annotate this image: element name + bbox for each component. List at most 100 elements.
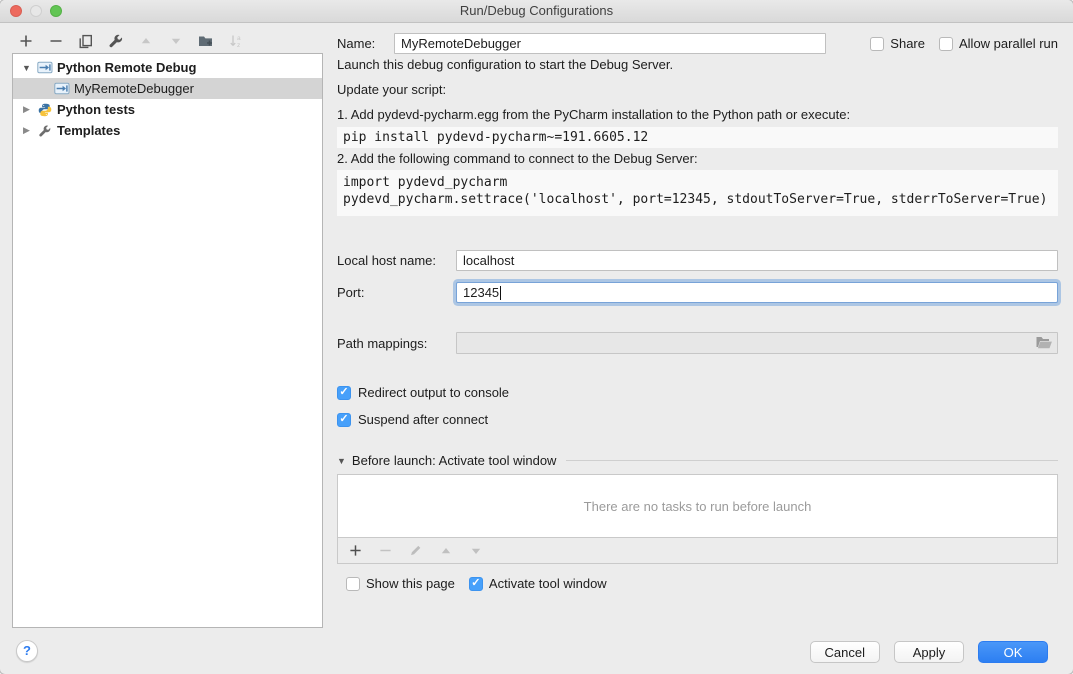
ok-button[interactable]: OK: [978, 641, 1048, 663]
activate-tool-window-checkbox-group[interactable]: ✓ Activate tool window: [469, 576, 607, 591]
folder-plus-icon: [198, 34, 214, 48]
code-line-1: import pydevd_pycharm: [343, 175, 507, 190]
arrow-down-icon: [470, 545, 482, 557]
empty-tasks-text: There are no tasks to run before launch: [584, 499, 812, 514]
copy-icon: [78, 34, 93, 49]
chevron-down-icon[interactable]: ▼: [337, 456, 346, 466]
name-label: Name:: [337, 36, 394, 51]
suspend-after-connect-checkbox[interactable]: ✓: [337, 413, 351, 427]
code-line-2: pydevd_pycharm.settrace('localhost', por…: [343, 192, 1047, 207]
python-icon: [36, 102, 53, 117]
plus-icon: [19, 34, 33, 48]
activate-tool-window-label: Activate tool window: [489, 576, 607, 591]
configurations-tree: ▼ Python Remote Debug MyRemoteDebugger ▶…: [12, 53, 323, 628]
minus-icon: [379, 544, 392, 557]
suspend-after-connect-label: Suspend after connect: [358, 412, 488, 427]
new-folder-button[interactable]: [197, 33, 214, 50]
arrow-down-icon: [170, 35, 182, 47]
window-title: Run/Debug Configurations: [0, 0, 1073, 21]
share-checkbox-group[interactable]: Share: [870, 36, 925, 51]
before-launch-header[interactable]: ▼ Before launch: Activate tool window: [337, 453, 1058, 468]
tree-item-python-tests[interactable]: ▶ Python tests: [13, 99, 322, 120]
settrace-code-block: import pydevd_pycharm pydevd_pycharm.set…: [337, 170, 1058, 216]
sort-configurations-button[interactable]: az: [227, 33, 244, 50]
sort-az-icon: az: [229, 34, 243, 48]
zoom-window-button[interactable]: [50, 5, 62, 17]
move-task-down-button[interactable]: [467, 542, 484, 559]
activate-tool-window-checkbox[interactable]: ✓: [469, 577, 483, 591]
port-label: Port:: [337, 285, 456, 300]
svg-text:z: z: [237, 42, 240, 48]
redirect-output-checkbox[interactable]: ✓: [337, 386, 351, 400]
add-task-button[interactable]: [347, 542, 364, 559]
step-2-text: 2. Add the following command to connect …: [337, 151, 1058, 167]
pip-install-command: pip install pydevd-pycharm~=191.6605.12: [337, 127, 1058, 148]
allow-parallel-run-label: Allow parallel run: [959, 36, 1058, 51]
top-checkboxes: Share Allow parallel run: [870, 36, 1058, 51]
share-label: Share: [890, 36, 925, 51]
browse-folder-button[interactable]: [1035, 335, 1053, 352]
svg-text:a: a: [237, 35, 241, 42]
dialog-buttons: Cancel Apply OK: [810, 641, 1048, 663]
task-list-toolbar: [337, 538, 1058, 564]
arrow-up-icon: [440, 545, 452, 557]
name-row: Name: Share Allow parallel run: [337, 33, 1058, 54]
edit-defaults-button[interactable]: [107, 33, 124, 50]
allow-parallel-run-checkbox[interactable]: [939, 37, 953, 51]
help-button[interactable]: ?: [16, 640, 38, 662]
text-caret: [500, 286, 501, 300]
tree-item-label: Python Remote Debug: [57, 60, 196, 75]
page-options-row: Show this page ✓ Activate tool window: [337, 576, 1058, 591]
move-down-button[interactable]: [167, 33, 184, 50]
port-row: Port: 12345: [337, 282, 1058, 303]
header-divider: [566, 460, 1058, 461]
close-window-button[interactable]: [10, 5, 22, 17]
plus-icon: [349, 544, 362, 557]
allow-parallel-run-checkbox-group[interactable]: Allow parallel run: [939, 36, 1058, 51]
local-host-name-label: Local host name:: [337, 253, 456, 268]
remove-task-button[interactable]: [377, 542, 394, 559]
path-mappings-row: Path mappings:: [337, 332, 1058, 354]
move-up-button[interactable]: [137, 33, 154, 50]
redirect-output-checkbox-group[interactable]: ✓ Redirect output to console: [337, 385, 1058, 400]
open-folder-icon: [1035, 335, 1053, 349]
show-this-page-label: Show this page: [366, 576, 455, 591]
suspend-after-connect-checkbox-group[interactable]: ✓ Suspend after connect: [337, 412, 1058, 427]
show-this-page-checkbox[interactable]: [346, 577, 360, 591]
move-task-up-button[interactable]: [437, 542, 454, 559]
copy-configuration-button[interactable]: [77, 33, 94, 50]
tree-item-myremotedebugger[interactable]: MyRemoteDebugger: [13, 78, 322, 99]
cancel-button[interactable]: Cancel: [810, 641, 880, 663]
tree-item-python-remote-debug[interactable]: ▼ Python Remote Debug: [13, 57, 322, 78]
description-line-2: Update your script:: [337, 82, 1058, 98]
path-mappings-label: Path mappings:: [337, 336, 456, 351]
remove-configuration-button[interactable]: [47, 33, 64, 50]
arrow-up-icon: [140, 35, 152, 47]
tree-item-label: Python tests: [57, 102, 135, 117]
local-host-name-input[interactable]: [456, 250, 1058, 271]
remote-debug-icon: [36, 60, 53, 75]
port-value: 12345: [463, 285, 499, 300]
minimize-window-button[interactable]: [30, 5, 42, 17]
path-mappings-input[interactable]: [456, 332, 1058, 354]
add-configuration-button[interactable]: [17, 33, 34, 50]
tree-item-label: MyRemoteDebugger: [74, 81, 194, 96]
chevron-right-icon[interactable]: ▶: [21, 125, 32, 136]
chevron-right-icon[interactable]: ▶: [21, 104, 32, 115]
traffic-lights: [10, 5, 62, 17]
before-launch-title: Before launch: Activate tool window: [352, 453, 557, 468]
apply-button[interactable]: Apply: [894, 641, 964, 663]
show-this-page-checkbox-group[interactable]: Show this page: [346, 576, 455, 591]
step-1-text: 1. Add pydevd-pycharm.egg from the PyCha…: [337, 107, 1058, 123]
chevron-down-icon[interactable]: ▼: [21, 63, 32, 73]
port-input[interactable]: 12345: [456, 282, 1058, 303]
tree-item-templates[interactable]: ▶ Templates: [13, 120, 322, 141]
local-host-row: Local host name:: [337, 250, 1058, 271]
name-input[interactable]: [394, 33, 826, 54]
wrench-icon: [36, 123, 53, 138]
before-launch-task-list[interactable]: There are no tasks to run before launch: [337, 474, 1058, 538]
minus-icon: [49, 34, 63, 48]
edit-task-button[interactable]: [407, 542, 424, 559]
run-debug-configurations-dialog: Run/Debug Configurations az ▼: [0, 0, 1073, 674]
share-checkbox[interactable]: [870, 37, 884, 51]
